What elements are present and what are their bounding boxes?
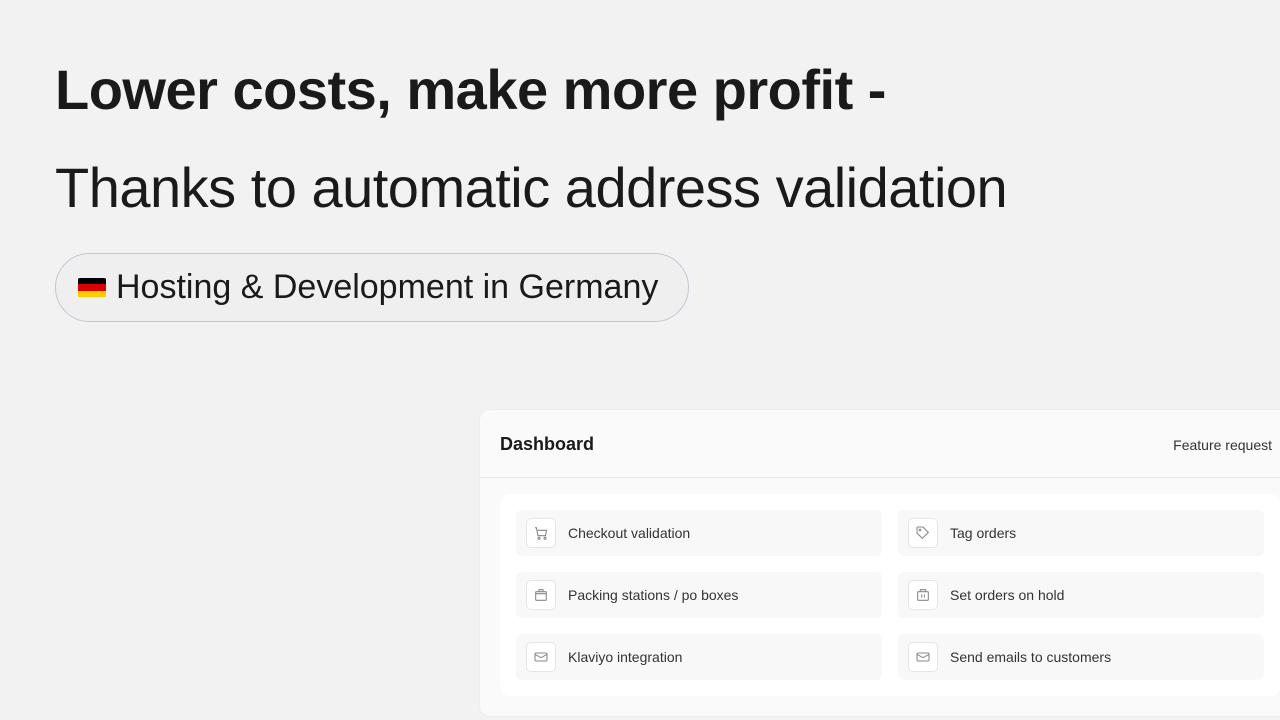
dashboard-grid: Checkout validation Tag orders Packing s…: [516, 510, 1264, 680]
item-klaviyo-integration[interactable]: Klaviyo integration: [516, 634, 882, 680]
mail-icon: [908, 642, 938, 672]
item-label: Set orders on hold: [950, 587, 1064, 603]
package-icon: [526, 580, 556, 610]
tag-icon: [908, 518, 938, 548]
dashboard-header: Dashboard Feature request: [480, 410, 1280, 478]
item-set-orders-hold[interactable]: Set orders on hold: [898, 572, 1264, 618]
hosting-badge: Hosting & Development in Germany: [55, 253, 689, 322]
feature-request-link[interactable]: Feature request: [1173, 437, 1272, 453]
item-label: Packing stations / po boxes: [568, 587, 738, 603]
item-label: Checkout validation: [568, 525, 690, 541]
germany-flag-icon: [78, 278, 106, 298]
item-packing-stations[interactable]: Packing stations / po boxes: [516, 572, 882, 618]
item-checkout-validation[interactable]: Checkout validation: [516, 510, 882, 556]
item-tag-orders[interactable]: Tag orders: [898, 510, 1264, 556]
cart-icon: [526, 518, 556, 548]
hero-title: Lower costs, make more profit -: [55, 55, 1225, 125]
item-label: Klaviyo integration: [568, 649, 682, 665]
badge-text: Hosting & Development in Germany: [116, 268, 658, 307]
dashboard-body: Checkout validation Tag orders Packing s…: [500, 494, 1280, 696]
dashboard-card: Dashboard Feature request Checkout valid…: [480, 410, 1280, 716]
dashboard-title: Dashboard: [500, 434, 594, 455]
hero-subtitle: Thanks to automatic address validation: [55, 153, 1225, 223]
hero-section: Lower costs, make more profit - Thanks t…: [0, 0, 1280, 322]
mail-icon: [526, 642, 556, 672]
item-label: Send emails to customers: [950, 649, 1111, 665]
item-label: Tag orders: [950, 525, 1016, 541]
item-send-emails[interactable]: Send emails to customers: [898, 634, 1264, 680]
hold-icon: [908, 580, 938, 610]
